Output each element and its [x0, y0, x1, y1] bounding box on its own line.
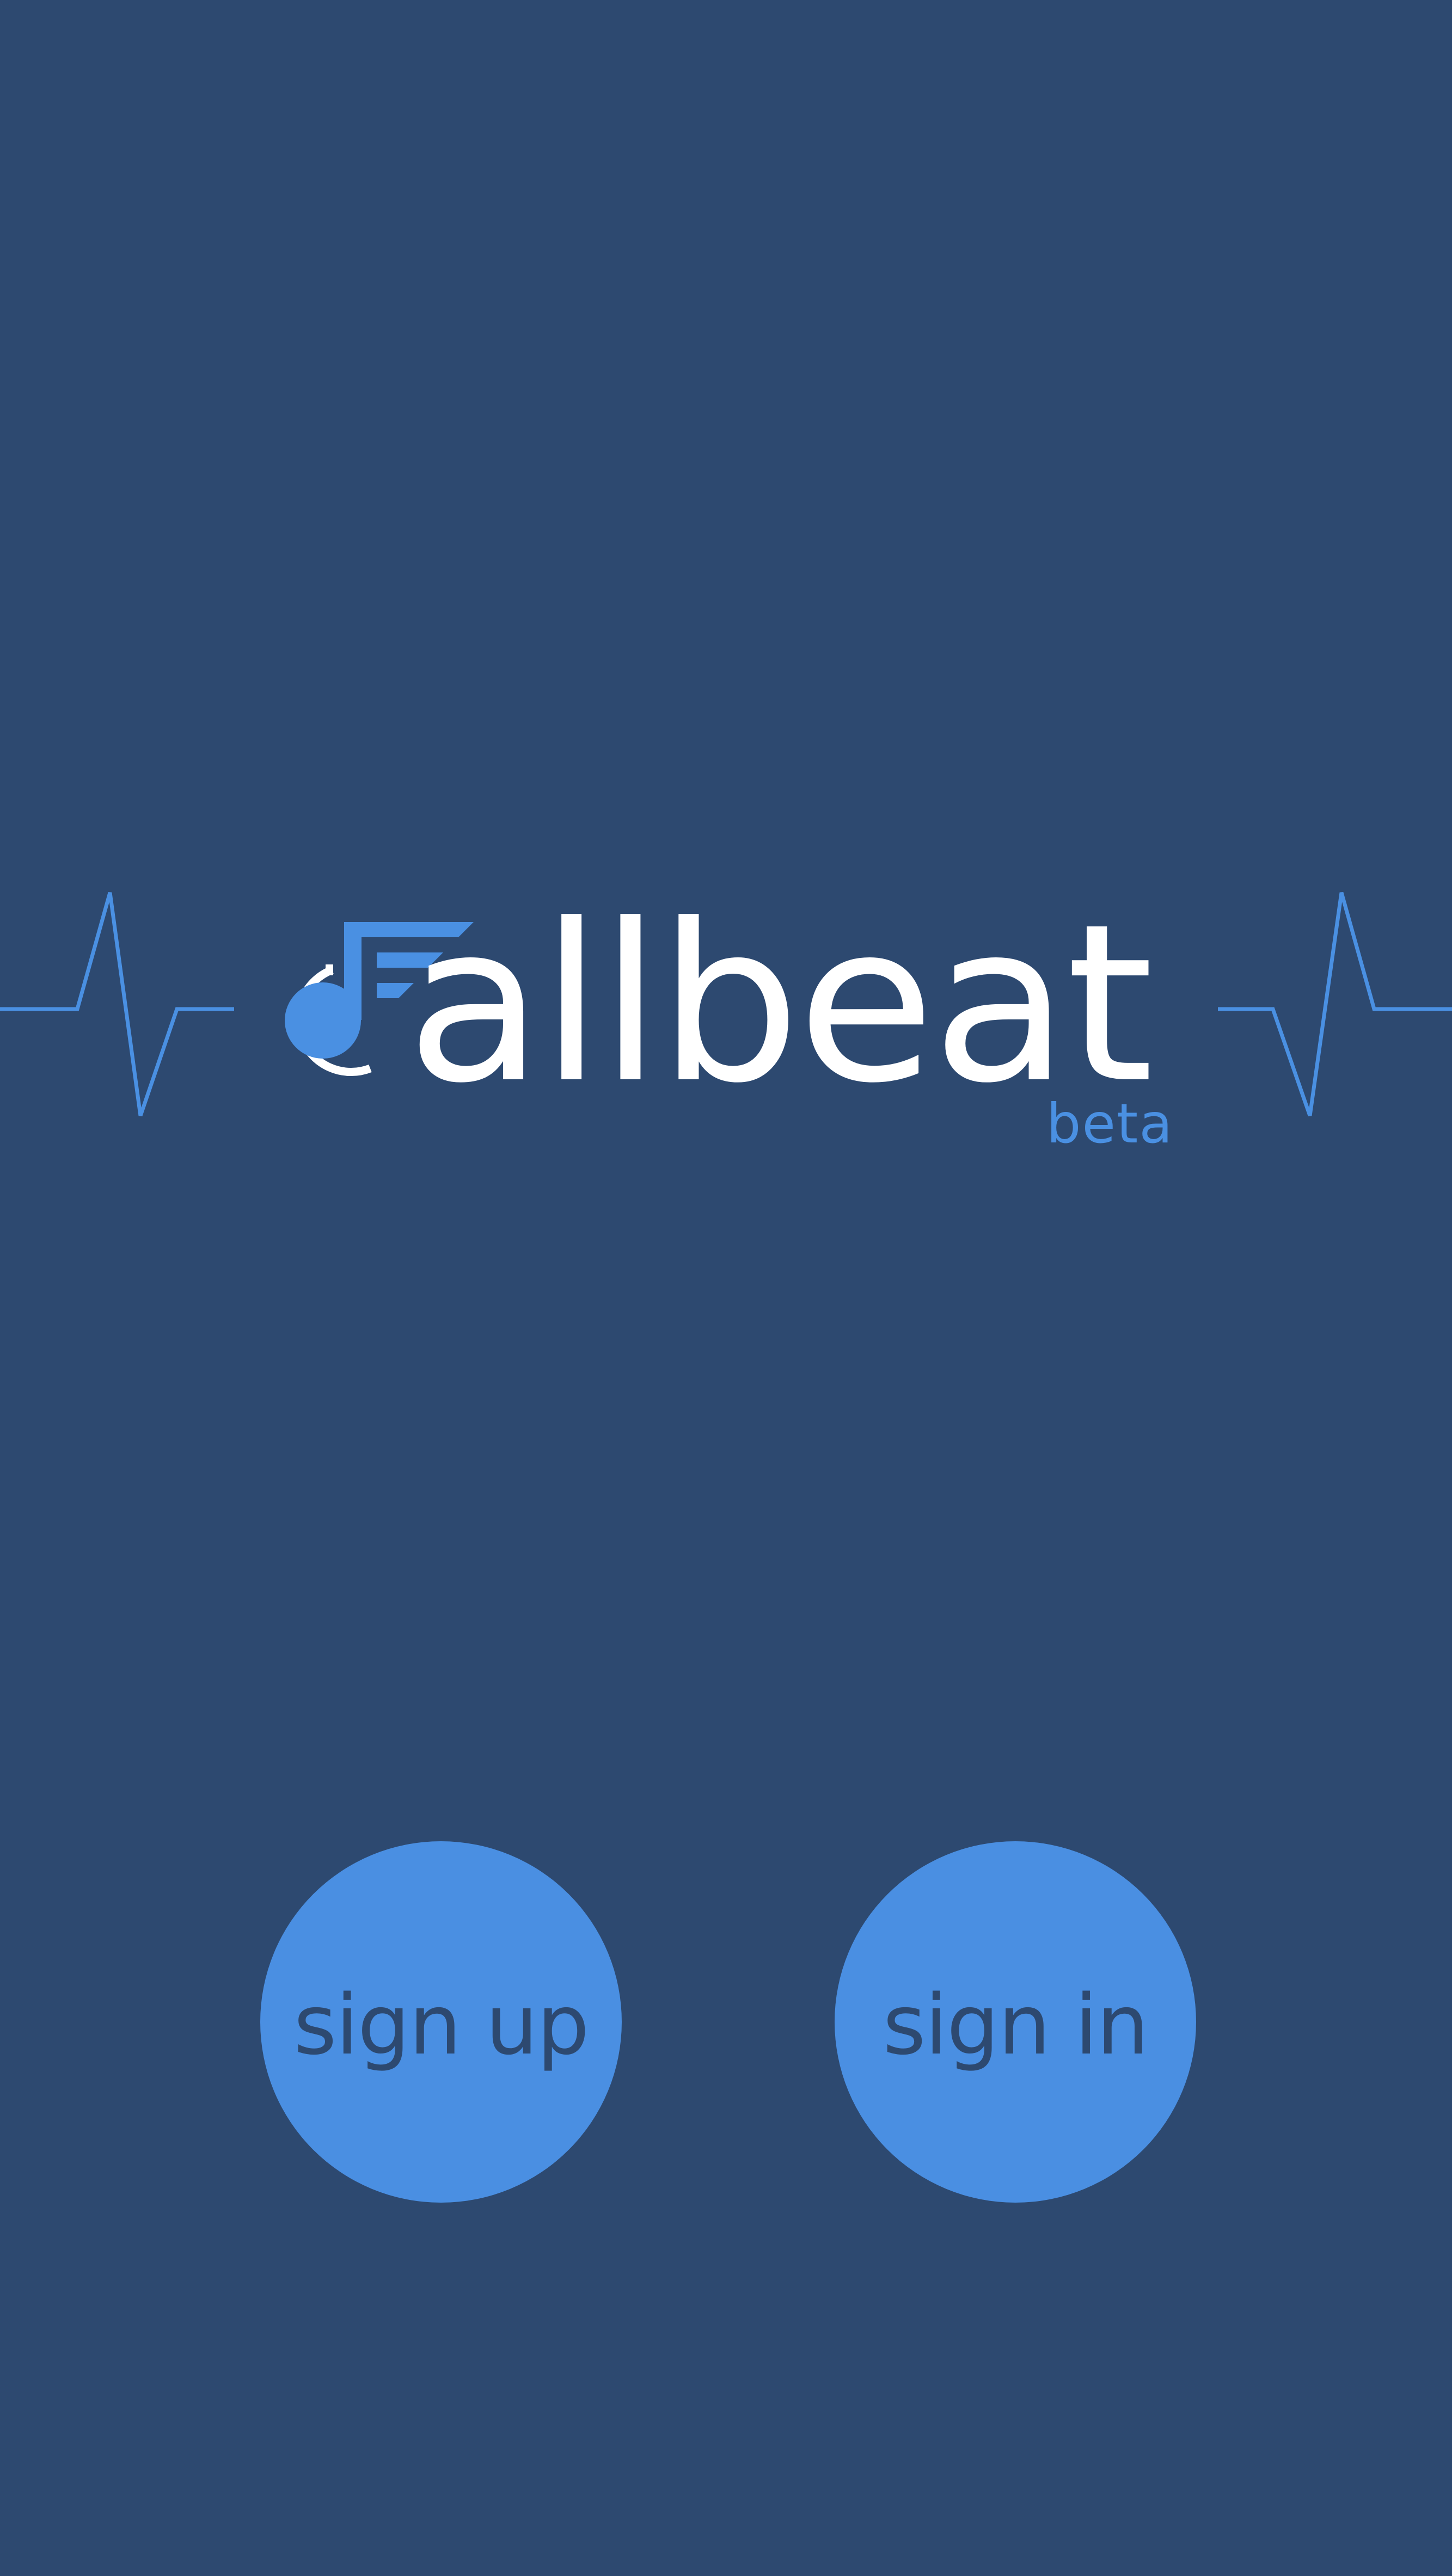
app-wordmark: allbeat [406, 878, 1154, 1131]
sign-in-button[interactable]: sign in [835, 1841, 1196, 2203]
heartbeat-line-left-icon [0, 887, 240, 1127]
app-logo: allbeat beta [256, 896, 1198, 1159]
beta-badge: beta [1046, 1092, 1174, 1155]
sign-in-label: sign in [883, 1977, 1149, 2073]
sign-up-label: sign up [293, 1977, 589, 2073]
heartbeat-line-right-icon [1214, 887, 1452, 1127]
sign-up-button[interactable]: sign up [260, 1841, 622, 2203]
